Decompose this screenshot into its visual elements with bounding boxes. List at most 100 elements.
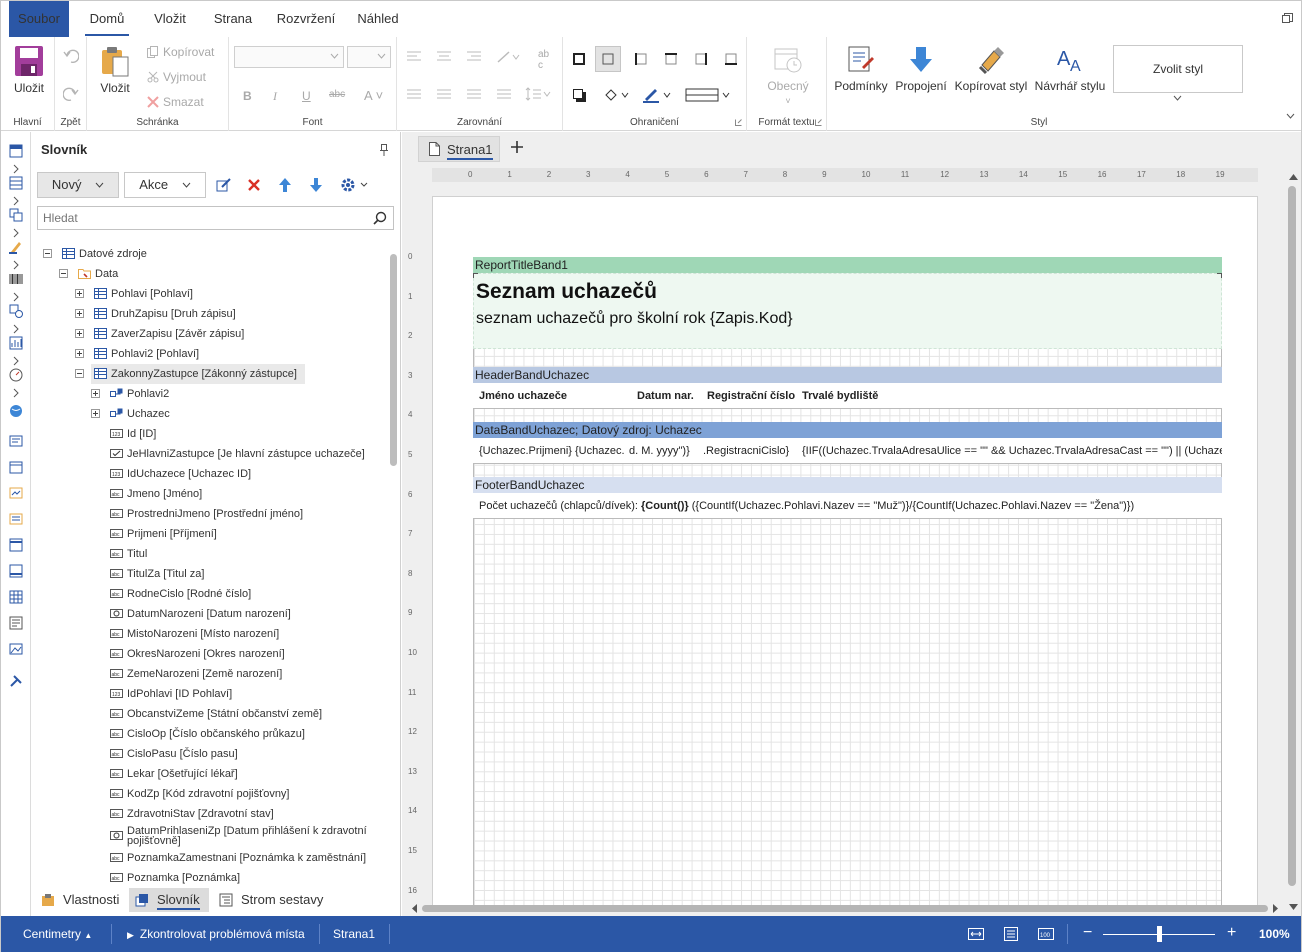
horizontal-scrollbar[interactable]	[412, 902, 1278, 914]
tree-item[interactable]: abc Jmeno [Jméno]	[31, 484, 387, 504]
tree-item[interactable]: abc TitulZa [Titul za]	[31, 564, 387, 584]
tree-item[interactable]: abc ZdravotniStav [Zdravotní stav]	[31, 804, 387, 824]
border-style-icon[interactable]	[685, 87, 733, 103]
tab-insert[interactable]: Vložit	[149, 1, 191, 37]
zoom-slider-thumb[interactable]	[1156, 926, 1162, 942]
scrollbar-thumb[interactable]	[390, 254, 397, 466]
sub-report-icon[interactable]	[9, 616, 23, 630]
tree-item[interactable]: Uchazec	[31, 404, 387, 424]
tools-icon[interactable]	[9, 674, 23, 688]
chart-icon[interactable]	[9, 336, 23, 350]
delete-button[interactable]: Smazat	[147, 95, 204, 109]
scroll-left-icon[interactable]	[412, 904, 418, 913]
border-right-icon[interactable]	[695, 53, 707, 65]
footer-component-icon[interactable]	[9, 564, 23, 578]
page-width-icon[interactable]	[968, 928, 984, 940]
barcode-icon[interactable]	[9, 272, 23, 286]
line-spacing-icon[interactable]	[525, 87, 551, 101]
dictionary-scrollbar[interactable]	[389, 244, 399, 884]
expand-toggle-icon[interactable]	[75, 329, 84, 338]
tree-item[interactable]: 123 IdUchazece [Uchazec ID]	[31, 464, 387, 484]
tree-item[interactable]: Pohlavi [Pohlaví]	[31, 284, 387, 304]
data-band[interactable]: {Uchazec.Prijmeni} {Uchazec. d. M. yyyy"…	[473, 438, 1222, 464]
chevron-right-icon[interactable]	[9, 162, 23, 176]
cross-band-icon[interactable]	[9, 208, 23, 222]
font-color-button[interactable]: A ˅	[364, 88, 383, 103]
tree-item[interactable]: abc RodneCislo [Rodné číslo]	[31, 584, 387, 604]
border-top-icon[interactable]	[665, 53, 677, 65]
zoom-out-button[interactable]: −	[1083, 924, 1092, 942]
expand-toggle-icon[interactable]	[75, 349, 84, 358]
expand-toggle-icon[interactable]	[75, 289, 84, 298]
collapse-toggle-icon[interactable]	[59, 269, 68, 278]
tree-item[interactable]: abc ZemeNarozeni [Země narození]	[31, 664, 387, 684]
data-cell-reg-number[interactable]: .RegistracniCislo}	[699, 438, 797, 464]
tree-item[interactable]: 123 IdPohlavi [ID Pohlaví]	[31, 684, 387, 704]
rich-text-icon[interactable]	[9, 512, 23, 526]
italic-button[interactable]: I	[273, 89, 277, 104]
tree-item[interactable]: DruhZapisu [Druh zápisu]	[31, 304, 387, 324]
cut-button[interactable]: Vyjmout	[147, 70, 206, 84]
search-field[interactable]	[37, 206, 394, 230]
expand-toggle-icon[interactable]	[75, 309, 84, 318]
add-page-icon[interactable]	[510, 140, 524, 154]
tree-item[interactable]: abc Prijmeni [Příjmení]	[31, 524, 387, 544]
image-component-icon[interactable]	[9, 486, 23, 500]
tree-item[interactable]: DatumNarozeni [Datum narození]	[31, 604, 387, 624]
report-title-band-header[interactable]: ReportTitleBand1	[473, 257, 1222, 273]
font-size-combo[interactable]	[347, 46, 391, 68]
chevron-right-icon[interactable]	[9, 258, 23, 272]
header-cell-birthdate[interactable]: Datum nar.	[631, 383, 701, 409]
dialog-launcher-icon[interactable]	[815, 119, 822, 126]
format-general-button[interactable]: Obecný ˅	[759, 45, 817, 107]
redo-icon[interactable]	[63, 87, 79, 101]
align-justify-icon[interactable]	[407, 89, 421, 101]
chevron-right-icon[interactable]	[9, 354, 23, 368]
underline-button[interactable]: U	[302, 89, 311, 103]
font-family-combo[interactable]	[234, 46, 344, 68]
report-subtitle-text[interactable]: seznam uchazečů pro školní rok {Zapis.Ko…	[476, 310, 793, 328]
collapse-toggle-icon[interactable]	[43, 249, 52, 258]
copy-style-button[interactable]: Kopírovat styl	[953, 45, 1029, 93]
new-button[interactable]: Nový	[37, 172, 119, 198]
scroll-down-icon[interactable]	[1289, 904, 1298, 910]
chevron-right-icon[interactable]	[9, 322, 23, 336]
align-top-left-icon[interactable]	[407, 51, 421, 63]
border-left-icon[interactable]	[635, 53, 647, 65]
tree-item[interactable]: abc CisloOp [Číslo občanského průkazu]	[31, 724, 387, 744]
align-top-center-icon[interactable]	[437, 51, 451, 63]
tree-item[interactable]: ZakonnyZastupce [Zákonný zástupce]	[75, 364, 305, 384]
scrollbar-thumb[interactable]	[1288, 186, 1296, 886]
gauge-icon[interactable]	[9, 368, 23, 382]
search-icon[interactable]	[373, 211, 387, 225]
data-band-icon[interactable]	[9, 176, 23, 190]
data-cell-address[interactable]: {IIF((Uchazec.TrvalaAdresaUlice == "" &&…	[796, 438, 1222, 464]
expand-toggle-icon[interactable]	[91, 389, 100, 398]
word-wrap-icon[interactable]: ab c	[538, 49, 549, 71]
picture-icon[interactable]	[9, 642, 23, 656]
align-justify-full-icon[interactable]	[497, 89, 511, 101]
tab-file[interactable]: Soubor	[9, 1, 69, 37]
tab-layout[interactable]: Rozvržení	[273, 1, 339, 37]
units-button[interactable]: Centimetry ▲	[23, 927, 92, 941]
panel-icon[interactable]	[9, 538, 23, 552]
choose-style-box[interactable]: Zvolit styl	[1113, 45, 1243, 93]
edit-icon[interactable]	[216, 178, 232, 192]
report-title-text[interactable]: Seznam uchazečů	[476, 280, 657, 304]
footer-band-header[interactable]: FooterBandUchazec	[473, 477, 1222, 493]
strikethrough-button[interactable]: abc	[329, 89, 345, 100]
chevron-right-icon[interactable]	[9, 386, 23, 400]
data-cell-name[interactable]: {Uchazec.Prijmeni} {Uchazec.	[473, 438, 631, 464]
tree-item[interactable]: abc OkresNarozeni [Okres narození]	[31, 644, 387, 664]
collapse-toggle-icon[interactable]	[75, 369, 84, 378]
report-page[interactable]: ReportTitleBand1 Seznam uchazečů seznam …	[432, 196, 1258, 906]
whole-page-icon[interactable]	[1004, 927, 1018, 941]
tree-item[interactable]: 123 Id [ID]	[31, 424, 387, 444]
undo-icon[interactable]	[63, 49, 79, 63]
zoom-100-icon[interactable]: 100	[1038, 928, 1054, 940]
zoom-in-button[interactable]: +	[1227, 924, 1236, 942]
table-component-icon[interactable]	[9, 590, 23, 604]
expand-toggle-icon[interactable]	[91, 409, 100, 418]
header-cell-address[interactable]: Trvalé bydliště	[796, 383, 1216, 409]
tab-dictionary[interactable]: Slovník	[129, 888, 209, 912]
